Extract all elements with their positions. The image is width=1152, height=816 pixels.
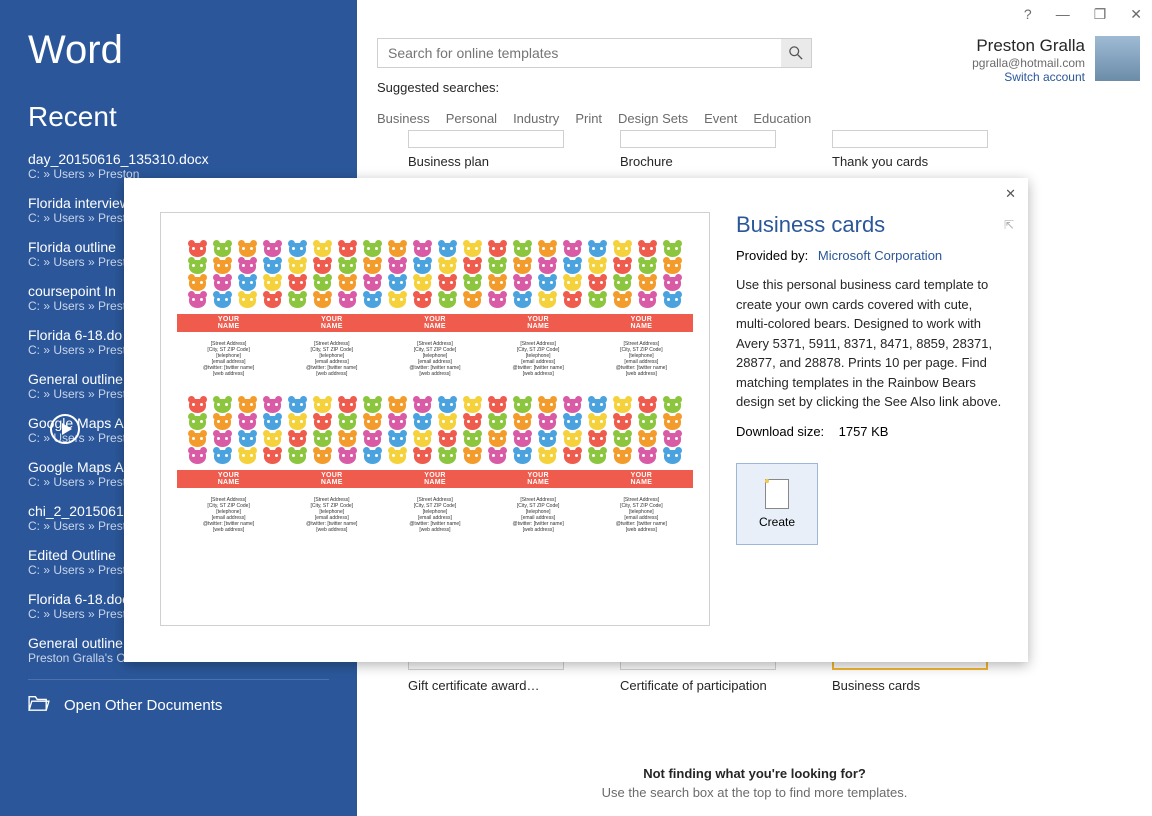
provider-link[interactable]: Microsoft Corporation — [818, 248, 942, 263]
suggested-link[interactable]: Personal — [446, 111, 497, 126]
app-title: Word — [28, 28, 329, 73]
help-icon[interactable]: ? — [1024, 6, 1032, 23]
search-button[interactable] — [781, 39, 811, 67]
not-finding-block: Not finding what you're looking for? Use… — [357, 766, 1152, 800]
template-tile[interactable]: Thank you cards — [832, 130, 988, 169]
close-icon[interactable]: ✕ — [1130, 6, 1142, 23]
template-label: Certificate of participation — [620, 678, 776, 693]
recent-heading: Recent — [28, 101, 329, 133]
details-panel: Business cards Provided by: Microsoft Co… — [736, 212, 1004, 545]
template-tile[interactable]: Business plan — [408, 130, 564, 169]
window-controls: ? — ❐ ✕ — [1024, 6, 1142, 23]
suggested-link[interactable]: Event — [704, 111, 737, 126]
suggested-link[interactable]: Print — [575, 111, 602, 126]
suggested-searches: Suggested searches: Business Personal Indu… — [377, 80, 937, 126]
template-label: Thank you cards — [832, 154, 988, 169]
account-block: Preston Gralla pgralla@hotmail.com Switc… — [972, 36, 1140, 84]
open-other-documents[interactable]: Open Other Documents — [28, 694, 329, 716]
recent-file-name: day_20150616_135310.docx — [28, 151, 329, 167]
search-input[interactable] — [378, 39, 781, 67]
folder-open-icon — [28, 694, 50, 716]
open-other-label: Open Other Documents — [64, 697, 222, 714]
switch-account-link[interactable]: Switch account — [972, 70, 1085, 84]
template-description: Use this personal business card template… — [736, 275, 1004, 412]
template-label: Business cards — [832, 678, 988, 693]
create-label: Create — [759, 515, 795, 529]
template-row-1: Business plan Brochure Thank you cards — [408, 130, 988, 169]
template-preview: YOURNAMEYOURNAMEYOURNAMEYOURNAMEYOURNAME… — [160, 212, 710, 626]
maximize-icon[interactable]: ❐ — [1094, 6, 1107, 23]
not-finding-sub: Use the search box at the top to find mo… — [357, 785, 1152, 800]
template-label: Business plan — [408, 154, 564, 169]
provided-by: Provided by: Microsoft Corporation — [736, 248, 1004, 263]
download-size: Download size: 1757 KB — [736, 424, 1004, 439]
suggested-link[interactable]: Design Sets — [618, 111, 688, 126]
template-label: Gift certificate award… — [408, 678, 564, 693]
document-icon — [765, 479, 789, 509]
avatar[interactable] — [1095, 36, 1140, 81]
search-bar — [377, 38, 812, 68]
account-name: Preston Gralla — [972, 36, 1085, 56]
play-icon — [50, 414, 80, 444]
recent-item[interactable]: day_20150616_135310.docxC: » Users » Pre… — [28, 151, 329, 181]
template-title: Business cards — [736, 212, 1004, 238]
create-button[interactable]: Create — [736, 463, 818, 545]
minimize-icon[interactable]: — — [1056, 6, 1070, 23]
template-label: Brochure — [620, 154, 776, 169]
suggested-link[interactable]: Education — [753, 111, 811, 126]
modal-close-button[interactable]: ✕ — [1005, 186, 1016, 202]
suggested-link[interactable]: Industry — [513, 111, 559, 126]
divider — [28, 679, 329, 680]
account-email: pgralla@hotmail.com — [972, 56, 1085, 70]
suggested-label: Suggested searches: — [377, 80, 499, 95]
pin-icon[interactable]: ⇱ — [1004, 218, 1014, 232]
search-icon — [789, 46, 803, 60]
template-preview-modal: ✕ ⇱ YOURNAMEYOURNAMEYOURNAMEYOURNAMEYOUR… — [124, 178, 1028, 662]
template-tile[interactable]: Brochure — [620, 130, 776, 169]
not-finding-title: Not finding what you're looking for? — [357, 766, 1152, 781]
suggested-link[interactable]: Business — [377, 111, 430, 126]
